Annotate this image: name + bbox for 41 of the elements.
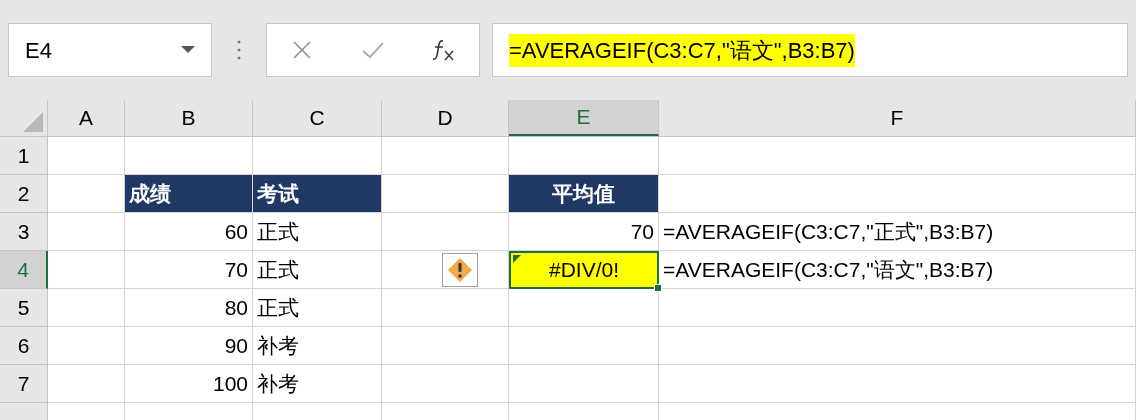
selected-cell[interactable]: #DIV/0! [509,251,659,289]
table-cell: 正式 [253,289,382,327]
table-cell: =AVERAGEIF(C3:C7,"语文",B3:B7) [659,251,1136,289]
cell-value: #DIV/0! [548,257,619,284]
row-header[interactable]: 6 [0,327,48,365]
dropdown-caret-icon [181,46,195,54]
error-warning-button[interactable] [442,252,478,287]
table-cell: =AVERAGEIF(C3:C7,"正式",B3:B7) [659,213,1136,251]
column-header[interactable]: A [48,100,125,136]
header-cell: 平均值 [509,175,659,213]
error-indicator-icon [513,255,521,263]
row-header[interactable]: 4 [0,251,48,289]
row-header[interactable]: 7 [0,365,48,403]
row-header[interactable]: 2 [0,175,48,213]
table-cell: 80 [125,289,253,327]
name-box[interactable]: E4 [8,23,212,77]
column-header[interactable]: E [509,100,659,136]
row-header[interactable] [0,403,48,420]
header-cell: 考试 [253,175,382,213]
column-header[interactable]: B [125,100,253,136]
close-icon [292,40,313,60]
row-header[interactable]: 5 [0,289,48,327]
checkmark-icon [361,40,385,60]
table-cell: 100 [125,365,253,403]
table-cell: 补考 [253,327,382,365]
column-header[interactable]: C [253,100,382,136]
fill-handle[interactable] [654,284,662,292]
row-header[interactable]: 3 [0,213,48,251]
table-cell: 补考 [253,365,382,403]
warning-icon [447,256,473,283]
table-cell: 70 [125,251,253,289]
table-cell: 90 [125,327,253,365]
grip-icon [237,39,241,61]
row-header[interactable]: 1 [0,137,48,175]
table-cell: 正式 [253,251,382,289]
table-cell: 正式 [253,213,382,251]
column-header[interactable]: F [659,100,1136,136]
header-cell: 成绩 [125,175,253,213]
table-cell: 60 [125,213,253,251]
formula-bar[interactable]: =AVERAGEIF(C3:C7,"语文",B3:B7) [492,23,1128,77]
select-all-icon[interactable] [23,112,43,132]
